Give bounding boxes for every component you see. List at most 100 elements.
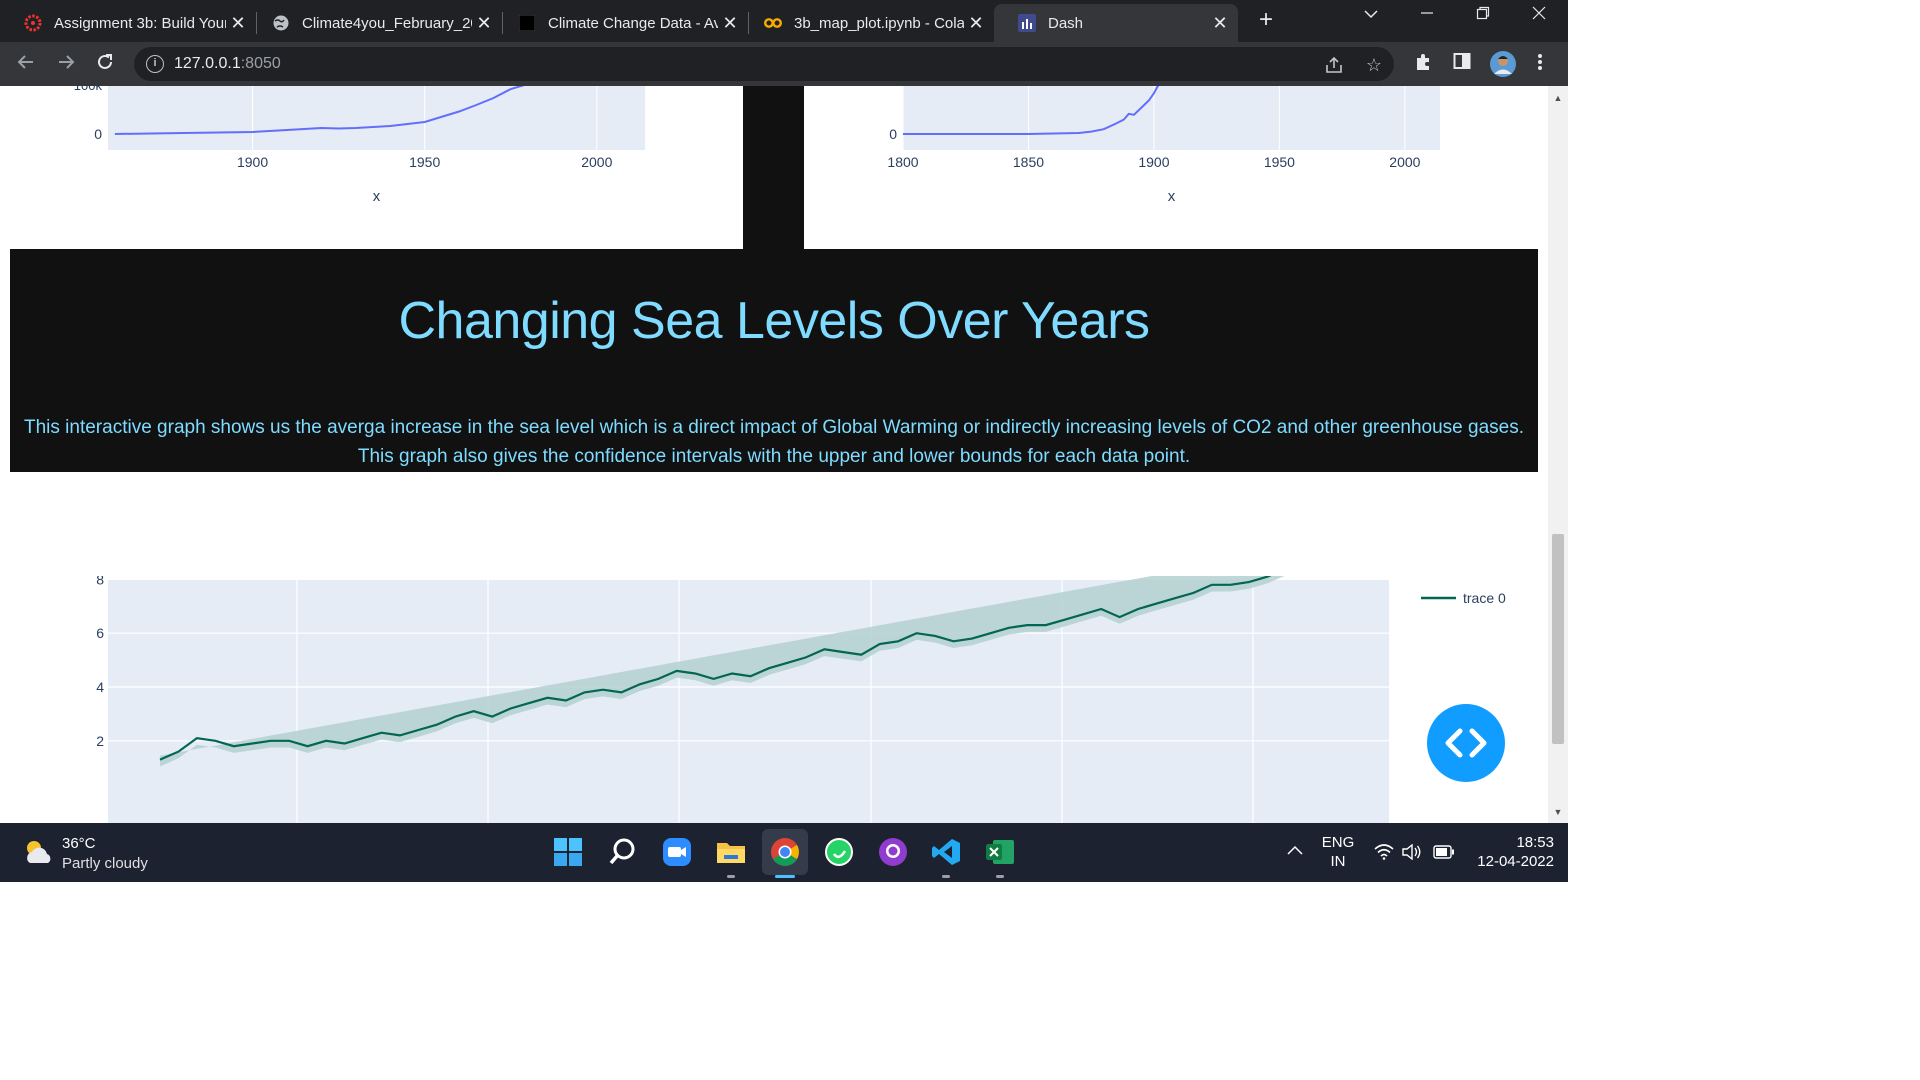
tab-strip: Assignment 3b: Build Your ✕ Climate4you_… (0, 0, 1568, 42)
close-tab-icon[interactable]: ✕ (226, 13, 250, 34)
vscode-icon[interactable] (931, 837, 961, 867)
share-icon[interactable] (1324, 55, 1344, 75)
y-tick-label: 6 (96, 625, 104, 641)
url-host: 127.0.0.1 (174, 55, 241, 72)
sea-level-chart[interactable]: 246810trace 0 (0, 576, 1548, 823)
restore-icon[interactable] (1468, 6, 1498, 32)
x-tick-label: 1900 (237, 154, 268, 170)
excel-icon[interactable] (985, 837, 1015, 867)
browser-toolbar: i 127.0.0.1:8050 ☆ (0, 42, 1568, 86)
file-explorer-icon[interactable] (716, 837, 746, 867)
clock-time: 18:53 (1516, 834, 1554, 851)
clock-date: 12-04-2022 (1477, 853, 1554, 870)
chrome-icon[interactable] (770, 837, 800, 867)
app-indicator (942, 875, 950, 878)
back-icon[interactable] (14, 52, 38, 76)
y-tick-label: 0 (94, 126, 102, 142)
partly-cloudy-icon (27, 841, 51, 863)
avatar[interactable] (1489, 50, 1517, 78)
site-info-icon[interactable]: i (146, 55, 164, 73)
search-icon[interactable] (608, 837, 638, 867)
page-scrollbar[interactable]: ▲ ▼ (1548, 86, 1568, 823)
side-panel-icon[interactable] (1450, 52, 1474, 76)
divider-block (743, 86, 804, 249)
tab-dash[interactable]: Dash ✕ (994, 4, 1238, 42)
close-tab-icon[interactable]: ✕ (472, 13, 496, 34)
tab-title: 3b_map_plot.ipynb - Cola (794, 14, 964, 32)
start-icon[interactable] (553, 837, 583, 867)
x-tick-label: 2000 (1389, 154, 1420, 170)
section-title: Changing Sea Levels Over Years (398, 292, 1150, 350)
github-desktop-icon[interactable] (878, 837, 908, 867)
y-tick-label: 2 (96, 733, 104, 749)
address-bar[interactable]: i 127.0.0.1:8050 ☆ (134, 47, 1394, 81)
plot-area (108, 86, 645, 150)
colab-icon (764, 14, 782, 32)
tab-title: Dash (1048, 14, 1084, 32)
wifi-icon[interactable] (1374, 844, 1394, 865)
clock[interactable]: 18:53 12-04-2022 (1460, 833, 1554, 871)
app-indicator (996, 875, 1004, 878)
page-content: 1900 1950 2000 0 100k x 1800 1850 1900 1950 2000 0… (0, 86, 1548, 823)
plot-area (903, 86, 1440, 150)
extensions-icon[interactable] (1411, 52, 1435, 76)
active-app-indicator (775, 875, 795, 878)
taskbar: 36°C Partly cloudy ENG IN 18:53 12-04-20… (0, 823, 1568, 882)
black-square-icon (518, 14, 536, 32)
language-indicator[interactable]: ENG IN (1318, 833, 1358, 871)
tab-search-icon[interactable] (1356, 6, 1386, 32)
close-tab-icon[interactable]: ✕ (964, 13, 988, 34)
tab-colab[interactable]: 3b_map_plot.ipynb - Cola ✕ (740, 4, 994, 42)
x-tick-label: 1850 (1013, 154, 1044, 170)
weather-desc: Partly cloudy (62, 855, 148, 872)
y-tick-label: 4 (96, 679, 104, 695)
more-menu-icon[interactable] (1528, 52, 1552, 76)
volume-icon[interactable] (1402, 843, 1422, 865)
minimize-icon[interactable] (1412, 6, 1442, 32)
scroll-down-icon[interactable]: ▼ (1548, 804, 1568, 820)
lang-top: ENG (1321, 834, 1355, 851)
tray-overflow-icon[interactable] (1286, 843, 1304, 861)
close-tab-icon[interactable]: ✕ (1208, 13, 1232, 34)
url-text[interactable]: 127.0.0.1:8050 (174, 55, 281, 73)
scrollbar-thumb[interactable] (1552, 534, 1564, 744)
section-description: This interactive graph shows us the aver… (24, 417, 1524, 467)
tab-title: Climate Change Data - Av (548, 14, 718, 32)
whatsapp-icon[interactable] (824, 837, 854, 867)
battery-icon[interactable] (1433, 845, 1455, 864)
tab-title: Climate4you_February_20 (302, 14, 472, 32)
plot-area (108, 580, 1389, 823)
globe-icon (272, 14, 290, 32)
x-axis-label: x (373, 188, 381, 205)
weather-widget[interactable] (22, 837, 54, 872)
scroll-up-icon[interactable]: ▲ (1548, 90, 1568, 106)
close-window-icon[interactable] (1524, 6, 1554, 32)
close-tab-icon[interactable]: ✕ (718, 13, 742, 34)
tab-climate4you[interactable]: Climate4you_February_20 ✕ (248, 4, 502, 42)
zoom-icon[interactable] (662, 837, 692, 867)
code-icon (1445, 728, 1487, 758)
x-tick-label: 2000 (581, 154, 612, 170)
dash-debug-button[interactable] (1427, 704, 1505, 782)
x-tick-label: 1900 (1138, 154, 1169, 170)
y-tick-label: 0 (889, 126, 897, 142)
tab-climate-change-data[interactable]: Climate Change Data - Av ✕ (494, 4, 748, 42)
y-tick-label: 100k (74, 86, 103, 93)
reload-icon[interactable] (93, 52, 117, 76)
x-tick-label: 1800 (887, 154, 918, 170)
population-chart-right[interactable]: 1800 1850 1900 1950 2000 0 x (860, 86, 1520, 249)
new-tab-icon[interactable]: + (1254, 8, 1278, 32)
x-tick-label: 1950 (1264, 154, 1295, 170)
canvas-icon (24, 14, 42, 32)
tab-assignment[interactable]: Assignment 3b: Build Your ✕ (0, 4, 256, 42)
population-chart-left[interactable]: 1900 1950 2000 0 100k x (60, 86, 720, 249)
x-axis-label: x (1168, 188, 1176, 205)
app-indicator (727, 875, 735, 878)
legend-label[interactable]: trace 0 (1463, 590, 1506, 606)
bookmark-star-icon[interactable]: ☆ (1364, 55, 1384, 75)
x-tick-label: 1950 (409, 154, 440, 170)
forward-icon[interactable] (54, 52, 78, 76)
y-tick-label: 8 (96, 576, 104, 587)
tab-title: Assignment 3b: Build Your (54, 14, 226, 32)
lang-bottom: IN (1330, 853, 1346, 870)
